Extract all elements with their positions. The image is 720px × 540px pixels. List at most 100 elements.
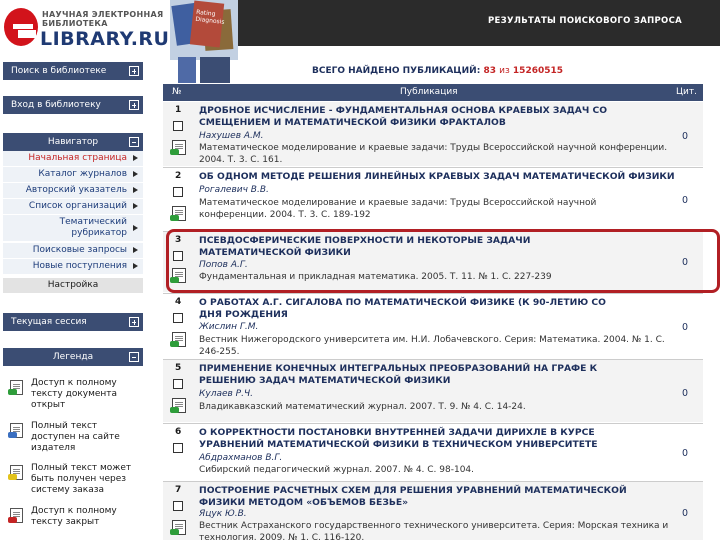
row-select-checkbox[interactable] — [173, 443, 183, 453]
column-number: № — [172, 87, 182, 97]
header: НАУЧНАЯ ЭЛЕКТРОННАЯ БИБЛИОТЕКА LIBRARY.R… — [0, 0, 720, 60]
citation-count: 0 — [682, 508, 689, 519]
results-table-header: № Публикация Цит. — [163, 84, 703, 101]
publisher-access-icon — [8, 423, 23, 438]
results-prefix: ВСЕГО НАЙДЕНО ПУБЛИКАЦИЙ: — [312, 66, 481, 76]
citation-count: 0 — [682, 388, 689, 399]
publication-author[interactable]: Кулаев Р.Ч. — [199, 389, 253, 400]
legend-header[interactable]: Легенда — [3, 348, 143, 366]
book-cover-text: Rating Diagnosis — [195, 8, 225, 26]
row-select-checkbox[interactable] — [173, 501, 183, 511]
expand-icon[interactable] — [129, 317, 139, 327]
nav-item-rubricator[interactable]: Тематический рубрикатор — [3, 215, 143, 241]
page-title: РЕЗУЛЬТАТЫ ПОИСКОВОГО ЗАПРОСА — [488, 16, 682, 26]
column-publication: Публикация — [400, 87, 458, 97]
expand-icon[interactable] — [129, 100, 139, 110]
legend-item-closed: Доступ к полному тексту закрыт — [8, 506, 138, 536]
citation-count: 0 — [682, 448, 689, 459]
nav-item-journals[interactable]: Каталог журналов — [3, 167, 143, 182]
publication-author[interactable]: Нахушев А.М. — [199, 131, 264, 142]
publication-author[interactable]: Рогалевич В.В. — [199, 185, 269, 196]
row-number: 1 — [175, 105, 182, 115]
publication-title[interactable]: О РАБОТАХ А.Г. СИГАЛОВА ПО МАТЕМАТИЧЕСКО… — [199, 297, 629, 321]
publication-source: Математическое моделирование и краевые з… — [199, 143, 668, 165]
row-number: 6 — [175, 427, 182, 437]
row-number: 4 — [175, 297, 182, 307]
nav-item-queries[interactable]: Поисковые запросы — [3, 243, 143, 258]
library-login-button[interactable]: Вход в библиотеку — [3, 96, 143, 114]
full-text-icon[interactable] — [170, 520, 186, 535]
table-row: 4 О РАБОТАХ А.Г. СИГАЛОВА ПО МАТЕМАТИЧЕС… — [163, 294, 703, 358]
row-number: 5 — [175, 363, 182, 373]
collapse-icon[interactable] — [129, 352, 139, 362]
nav-item-organizations[interactable]: Список организаций — [3, 199, 143, 214]
library-search-button[interactable]: Поиск в библиотеке — [3, 62, 143, 80]
legend-text: Полный текст доступен на сайте издателя — [31, 421, 120, 453]
publication-title[interactable]: ПРИМЕНЕНИЕ КОНЕЧНЫХ ИНТЕГРАЛЬНЫХ ПРЕОБРА… — [199, 363, 649, 387]
publication-source: Математическое моделирование и краевые з… — [199, 198, 597, 220]
publication-author[interactable]: Абдрахманов В.Г. — [199, 453, 282, 464]
collapse-icon[interactable] — [129, 137, 139, 147]
citation-count: 0 — [682, 322, 689, 333]
table-row: 5 ПРИМЕНЕНИЕ КОНЕЧНЫХ ИНТЕГРАЛЬНЫХ ПРЕОБ… — [163, 360, 703, 422]
book-red: Rating Diagnosis — [189, 0, 225, 48]
results-found-count: 83 — [483, 66, 496, 76]
row-select-checkbox[interactable] — [173, 121, 183, 131]
logo-e-mark — [4, 8, 38, 46]
current-session-button[interactable]: Текущая сессия — [3, 313, 143, 331]
nav-item-new-arrivals[interactable]: Новые поступления — [3, 259, 143, 274]
full-text-icon[interactable] — [170, 206, 186, 221]
legend-text: Полный текст может быть получен через си… — [31, 463, 132, 495]
citation-count: 0 — [682, 195, 689, 206]
legend-item-open: Доступ к полному тексту документа открыт — [8, 378, 138, 414]
navigator-header[interactable]: Навигатор — [3, 133, 143, 151]
logo-line1: НАУЧНАЯ ЭЛЕКТРОННАЯ — [42, 10, 164, 19]
row-number: 2 — [175, 171, 182, 181]
nav-item-authors[interactable]: Авторский указатель — [3, 183, 143, 198]
library-login-label: Вход в библиотеку — [11, 100, 101, 110]
row-select-checkbox[interactable] — [173, 313, 183, 323]
row-select-checkbox[interactable] — [173, 187, 183, 197]
closed-access-icon — [8, 508, 23, 523]
publication-title[interactable]: ОБ ОДНОМ МЕТОДЕ РЕШЕНИЯ ЛИНЕЙНЫХ КРАЕВЫХ… — [199, 171, 679, 183]
row-select-checkbox[interactable] — [173, 379, 183, 389]
table-row: 2 ОБ ОДНОМ МЕТОДЕ РЕШЕНИЯ ЛИНЕЙНЫХ КРАЕВ… — [163, 168, 703, 230]
full-text-icon[interactable] — [170, 398, 186, 413]
publication-title[interactable]: О КОРРЕКТНОСТИ ПОСТАНОВКИ ВНУТРЕННЕЙ ЗАД… — [199, 427, 659, 451]
logo-line3: LIBRARY.RU — [40, 28, 170, 50]
publication-source: Вестник Нижегородского университета им. … — [199, 335, 665, 357]
legend-text: Доступ к полному тексту документа открыт — [31, 378, 118, 410]
publication-title[interactable]: ДРОБНОЕ ИСЧИСЛЕНИЕ - ФУНДАМЕНТАЛЬНАЯ ОСН… — [199, 105, 639, 129]
current-session-label: Текущая сессия — [11, 317, 87, 327]
open-access-icon — [8, 380, 23, 395]
library-search-label: Поиск в библиотеке — [11, 66, 107, 76]
table-row: 1 ДРОБНОЕ ИСЧИСЛЕНИЕ - ФУНДАМЕНТАЛЬНАЯ О… — [163, 102, 703, 166]
publication-author[interactable]: Яцук Ю.В. — [199, 509, 247, 520]
full-text-icon[interactable] — [170, 140, 186, 155]
legend-text: Доступ к полному тексту закрыт — [31, 506, 117, 527]
nav-item-settings[interactable]: Настройка — [3, 278, 143, 293]
books-image: Rating Diagnosis — [170, 0, 238, 60]
elibrary-logo[interactable]: НАУЧНАЯ ЭЛЕКТРОННАЯ БИБЛИОТЕКА LIBRARY.R… — [4, 6, 169, 50]
table-row: 6 О КОРРЕКТНОСТИ ПОСТАНОВКИ ВНУТРЕННЕЙ З… — [163, 424, 703, 480]
publication-title[interactable]: ПОСТРОЕНИЕ РАСЧЕТНЫХ СХЕМ ДЛЯ РЕШЕНИЯ УР… — [199, 485, 639, 509]
citation-count: 0 — [682, 131, 689, 142]
header-decor-square — [200, 57, 230, 83]
logo-line2: БИБЛИОТЕКА — [42, 19, 108, 28]
publication-author[interactable]: Жислин Г.М. — [199, 322, 258, 333]
row-number: 7 — [175, 485, 182, 495]
header-decor-square — [178, 57, 196, 83]
publication-source: Вестник Астраханского государственного т… — [199, 521, 669, 540]
table-row: 7 ПОСТРОЕНИЕ РАСЧЕТНЫХ СХЕМ ДЛЯ РЕШЕНИЯ … — [163, 482, 703, 540]
results-summary: ВСЕГО НАЙДЕНО ПУБЛИКАЦИЙ: 83 из 15260515 — [312, 66, 563, 76]
expand-icon[interactable] — [129, 66, 139, 76]
results-of: из — [499, 66, 510, 76]
navigator-label: Навигатор — [47, 137, 99, 147]
legend-item-publisher: Полный текст доступен на сайте издателя — [8, 421, 138, 457]
order-access-icon — [8, 465, 23, 480]
full-text-icon[interactable] — [170, 332, 186, 347]
results-total-count: 15260515 — [512, 66, 564, 76]
publication-source: Владикавказский математический журнал. 2… — [199, 402, 526, 412]
highlight-frame — [166, 229, 720, 293]
nav-item-home[interactable]: Начальная страница — [3, 151, 143, 166]
